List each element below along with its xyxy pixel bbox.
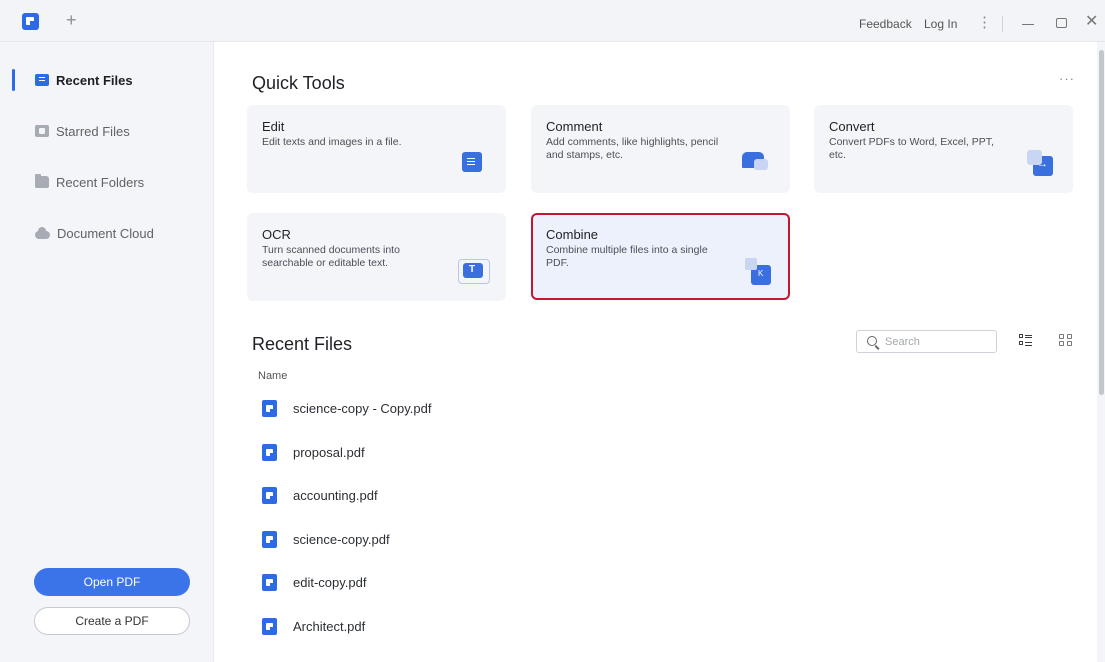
pdf-file-icon <box>262 399 277 417</box>
convert-icon <box>1027 150 1053 176</box>
pdf-file-icon <box>262 530 277 548</box>
sidebar-item-label: Document Cloud <box>57 225 154 241</box>
new-tab-button[interactable]: + <box>66 10 77 30</box>
search-icon <box>867 336 877 346</box>
recent-files-title: Recent Files <box>252 334 353 354</box>
pdf-file-icon <box>262 573 277 591</box>
tool-name: Edit <box>262 119 285 134</box>
cloud-icon <box>35 226 50 239</box>
active-item-indicator <box>12 69 15 91</box>
sidebar-item-recent-files[interactable]: Recent Files <box>35 69 133 91</box>
file-row[interactable]: accounting.pdf <box>262 486 378 504</box>
tool-description: Edit texts and images in a file. <box>262 136 402 148</box>
combine-icon <box>745 258 771 285</box>
ocr-icon <box>458 259 490 284</box>
sidebar-item-label: Recent Files <box>56 72 133 88</box>
scrollbar-thumb[interactable] <box>1099 50 1104 395</box>
star-file-icon <box>35 125 49 137</box>
grid-view-icon[interactable] <box>1059 334 1073 347</box>
file-name: edit-copy.pdf <box>293 574 367 590</box>
pdf-file-icon <box>262 617 277 635</box>
tool-card-combine[interactable]: Combine Combine multiple files into a si… <box>531 213 790 300</box>
tool-description: Combine multiple files into a single PDF… <box>546 244 708 269</box>
tool-card-comment[interactable]: Comment Add comments, like highlights, p… <box>531 105 790 193</box>
tool-name: Comment <box>546 119 603 134</box>
title-bar: + Feedback Log In ⋮ ✕ <box>0 0 1105 42</box>
file-name: Architect.pdf <box>293 618 366 634</box>
edit-icon <box>462 152 482 172</box>
file-row[interactable]: proposal.pdf <box>262 443 365 461</box>
tool-card-ocr[interactable]: OCR Turn scanned documents into searchab… <box>247 213 506 301</box>
sidebar-item-recent-folders[interactable]: Recent Folders <box>35 171 144 193</box>
file-name: proposal.pdf <box>293 444 365 460</box>
comment-icon <box>742 152 768 170</box>
file-name: science-copy - Copy.pdf <box>293 400 432 416</box>
maximize-icon[interactable] <box>1056 18 1067 28</box>
file-row[interactable]: Architect.pdf <box>262 617 365 635</box>
sidebar-item-document-cloud[interactable]: Document Cloud <box>35 222 154 244</box>
tool-name: Combine <box>546 227 599 242</box>
tool-card-edit[interactable]: Edit Edit texts and images in a file. <box>247 105 506 193</box>
tool-name: Convert <box>829 119 875 134</box>
feedback-link[interactable]: Feedback <box>859 17 912 31</box>
tool-description: Add comments, like highlights, pencil an… <box>546 136 719 161</box>
tool-card-convert[interactable]: Convert Convert PDFs to Word, Excel, PPT… <box>814 105 1073 193</box>
folder-icon <box>35 174 49 188</box>
quick-tools-title: Quick Tools <box>252 73 345 93</box>
app-logo-icon <box>22 13 39 30</box>
login-link[interactable]: Log In <box>924 17 957 31</box>
open-pdf-button[interactable]: Open PDF <box>34 568 190 596</box>
file-row[interactable]: science-copy - Copy.pdf <box>262 399 432 417</box>
file-row[interactable]: edit-copy.pdf <box>262 573 366 591</box>
more-options-icon[interactable]: ⋮ <box>977 13 992 31</box>
titlebar-divider <box>1002 16 1003 32</box>
file-row[interactable]: science-copy.pdf <box>262 530 390 548</box>
more-menu-icon[interactable]: ··· <box>1059 71 1075 86</box>
tool-description: Convert PDFs to Word, Excel, PPT, etc. <box>829 136 994 161</box>
file-name: science-copy.pdf <box>293 531 390 547</box>
create-pdf-button[interactable]: Create a PDF <box>34 607 190 635</box>
document-icon <box>35 74 49 86</box>
pdf-file-icon <box>262 443 277 461</box>
sidebar-item-label: Recent Folders <box>56 174 145 190</box>
close-icon[interactable]: ✕ <box>1085 13 1098 31</box>
pdf-file-icon <box>262 486 277 504</box>
file-name: accounting.pdf <box>293 487 378 503</box>
sidebar-item-starred-files[interactable]: Starred Files <box>35 120 130 142</box>
column-header-name[interactable]: Name <box>258 370 287 382</box>
search-box[interactable] <box>856 330 997 353</box>
list-view-icon[interactable] <box>1019 334 1032 347</box>
tool-description: Turn scanned documents into searchable o… <box>262 244 400 269</box>
minimize-icon[interactable] <box>1022 24 1034 25</box>
sidebar-item-label: Starred Files <box>56 123 130 139</box>
search-input[interactable] <box>885 334 990 350</box>
tool-name: OCR <box>262 227 291 242</box>
